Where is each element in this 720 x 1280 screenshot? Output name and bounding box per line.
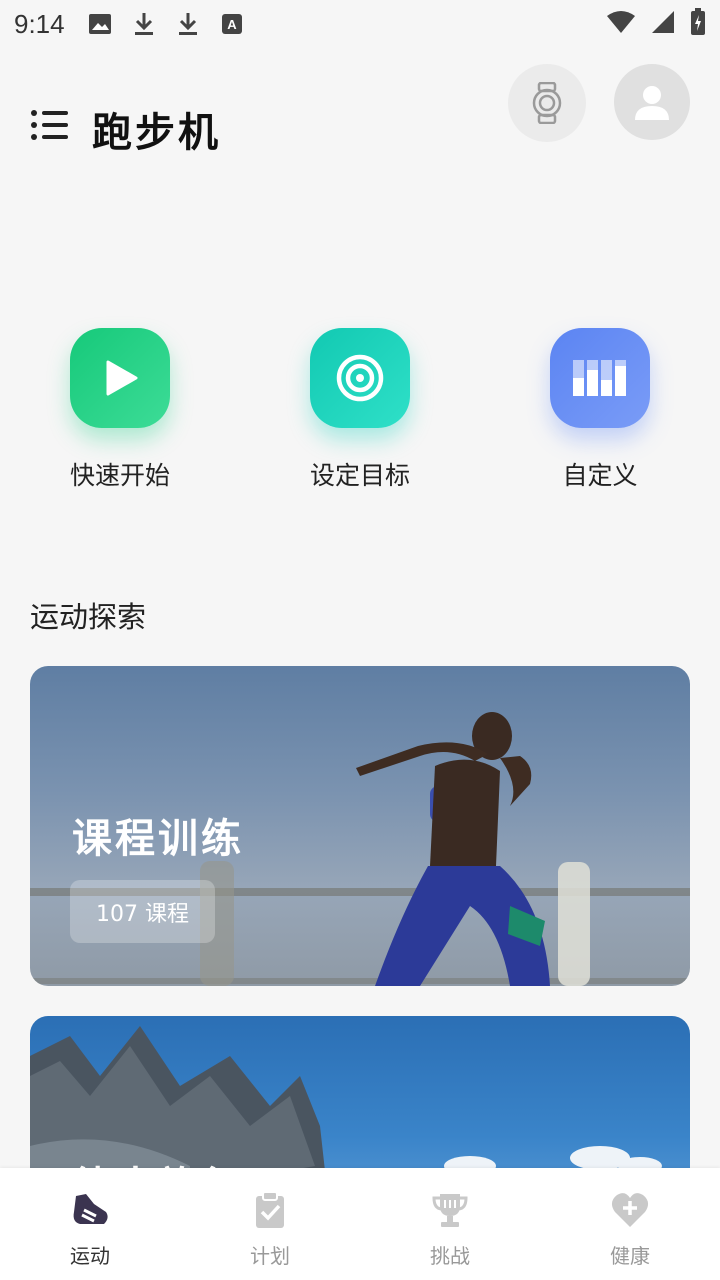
- battery-charging-icon: [690, 8, 706, 40]
- bars-icon: [573, 360, 626, 396]
- course-count-badge: 107 课程: [70, 880, 215, 943]
- font-a-icon: A: [219, 11, 245, 37]
- clipboard-check-icon: [256, 1191, 284, 1228]
- play-icon: [106, 360, 138, 396]
- image-icon: [87, 11, 113, 37]
- status-time: 9:14: [14, 8, 65, 39]
- quick-actions: 快速开始 设定目标 自定义: [0, 328, 720, 498]
- avatar-button[interactable]: [614, 64, 690, 140]
- menu-button[interactable]: [30, 108, 70, 142]
- svg-text:A: A: [227, 17, 237, 32]
- menu-icon: [31, 110, 68, 140]
- course-card-title: 课程训练: [72, 816, 244, 862]
- set-goal-button[interactable]: 设定目标: [260, 328, 460, 492]
- nav-label-exercise: 运动: [70, 1244, 110, 1268]
- custom-tile[interactable]: [550, 328, 650, 428]
- status-bar: 9:14 A: [0, 0, 720, 48]
- nav-label-plan: 计划: [250, 1244, 290, 1268]
- page-title: 跑步机: [92, 110, 221, 156]
- quick-start-tile[interactable]: [70, 328, 170, 428]
- nav-item-plan[interactable]: 计划: [180, 1168, 360, 1280]
- course-training-card[interactable]: 课程训练 107 课程: [30, 666, 690, 986]
- user-icon: [635, 86, 669, 120]
- bottom-nav: 运动 计划 挑战 健康: [0, 1168, 720, 1280]
- download-icon: [131, 11, 157, 37]
- cellular-signal-icon: [650, 9, 676, 39]
- custom-label: 自定义: [562, 461, 638, 490]
- trophy-icon: [432, 1194, 468, 1227]
- download-icon: [175, 11, 201, 37]
- nav-label-health: 健康: [610, 1244, 650, 1268]
- set-goal-label: 设定目标: [309, 461, 410, 490]
- quick-start-label: 快速开始: [69, 461, 170, 490]
- watch-icon: [532, 82, 562, 124]
- quick-start-button[interactable]: 快速开始: [20, 328, 220, 492]
- target-icon: [336, 354, 384, 402]
- nav-item-exercise[interactable]: 运动: [0, 1168, 180, 1280]
- wifi-icon: [606, 10, 636, 38]
- custom-button[interactable]: 自定义: [500, 328, 700, 492]
- app-header: 跑步机: [0, 60, 720, 190]
- nav-item-challenge[interactable]: 挑战: [360, 1168, 540, 1280]
- nav-label-challenge: 挑战: [430, 1244, 470, 1268]
- explore-section-title: 运动探索: [30, 600, 147, 634]
- heart-plus-icon: [611, 1193, 649, 1227]
- shoe-icon: [73, 1194, 108, 1224]
- set-goal-tile[interactable]: [310, 328, 410, 428]
- nav-item-health[interactable]: 健康: [540, 1168, 720, 1280]
- watch-button[interactable]: [508, 64, 586, 142]
